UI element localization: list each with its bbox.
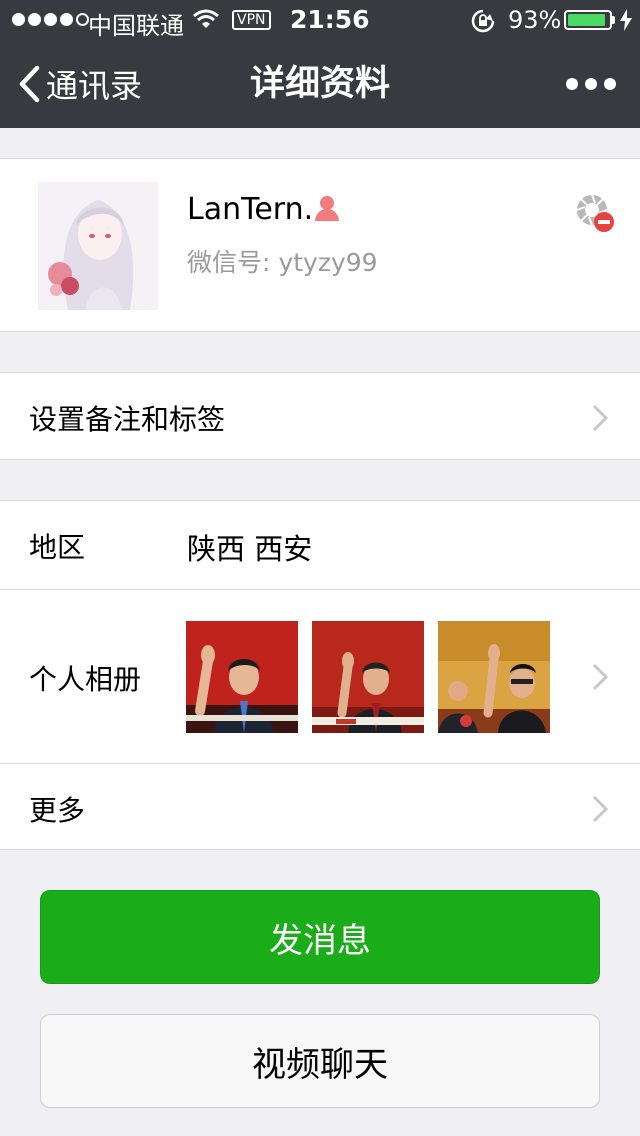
wifi-icon [192,8,220,36]
moments-blocked-icon[interactable] [575,193,615,233]
album-photo-2[interactable] [312,621,424,733]
album-photo-1[interactable] [186,621,298,733]
status-time: 21:56 [290,5,370,34]
wechat-id-value: ytyzy99 [278,248,378,277]
send-message-button[interactable]: 发消息 [40,890,600,984]
chevron-right-icon [592,663,609,695]
chevron-right-icon [592,404,609,436]
battery-fill [568,14,605,26]
more-options-button[interactable] [566,72,616,96]
carrier-name: 中国联通 [88,12,184,40]
avatar[interactable] [38,182,158,310]
region-value: 陕西 西安 [187,532,313,566]
region-label: 地区 [29,531,86,564]
set-remark-and-tags-row[interactable]: 设置备注和标签 [0,372,640,460]
wechat-id: 微信号: ytyzy99 [187,243,378,279]
album-photo-3[interactable] [438,621,550,733]
more-label: 更多 [29,794,86,827]
battery-cap [612,16,615,24]
chevron-left-icon [19,65,40,103]
personal-album-label: 个人相册 [29,663,142,696]
battery-icon [564,10,612,30]
more-row[interactable]: 更多 [0,763,640,851]
top-bar: 中国联通 VPN 21:56 93% 通讯录 详细资料 [0,0,640,128]
profile-card: LanTern. 微信号: ytyzy99 [0,158,640,332]
video-chat-button[interactable]: 视频聊天 [40,1014,600,1108]
back-button[interactable]: 通讯录 [18,60,142,108]
personal-album-row[interactable]: 个人相册 [0,589,640,763]
female-gender-icon [312,193,342,227]
battery-percentage: 93% [508,6,562,34]
back-button-label: 通讯录 [46,67,143,105]
chevron-right-icon [592,795,609,827]
status-bar: 中国联通 VPN 21:56 93% [0,0,640,40]
charging-bolt-icon [620,9,632,37]
nickname: LanTern. [187,192,314,227]
rotation-lock-icon [470,8,496,40]
vpn-badge: VPN [232,10,271,30]
wechat-id-label: 微信号: [187,248,271,277]
region-row: 地区 陕西 西安 [0,501,640,589]
info-group: 地区 陕西 西安 个人相册 更多 [0,500,640,850]
set-remark-and-tags-label: 设置备注和标签 [29,403,226,436]
signal-strength-icon [12,13,89,26]
